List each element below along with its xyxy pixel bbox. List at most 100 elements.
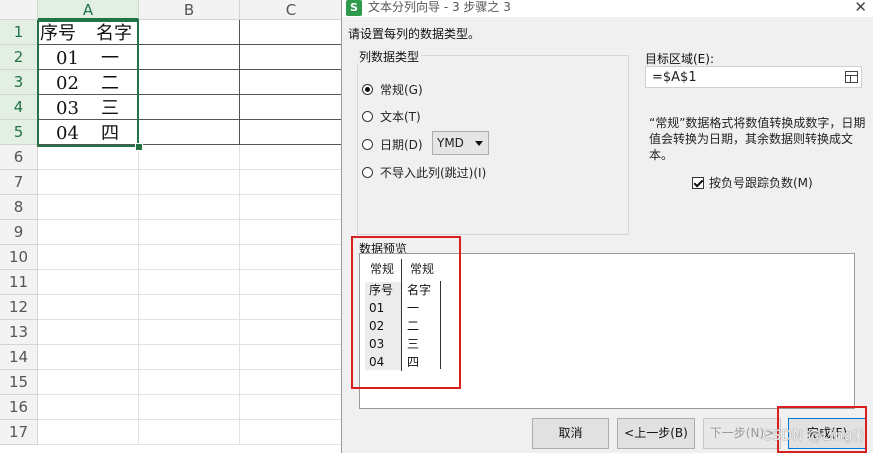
grid-cell[interactable] — [240, 170, 343, 195]
dialog-titlebar[interactable]: S 文本分列向导 - 3 步骤之 3 ✕ — [342, 0, 873, 17]
back-button[interactable]: <上一步(B) — [617, 418, 695, 449]
grid-cell[interactable] — [240, 320, 343, 345]
grid-cell[interactable] — [139, 170, 240, 195]
row-header[interactable]: 15 — [0, 370, 38, 395]
row-header[interactable]: 16 — [0, 395, 38, 420]
radio-text[interactable]: 文本(T) — [362, 108, 421, 124]
grid-cell[interactable] — [240, 270, 343, 295]
grid-cell[interactable] — [139, 245, 240, 270]
grid-cell[interactable] — [38, 370, 139, 395]
radio-date[interactable]: 日期(D) — [362, 136, 423, 152]
grid-cell[interactable] — [139, 45, 240, 70]
grid-cell[interactable] — [38, 245, 139, 270]
grid-cell[interactable] — [38, 345, 139, 370]
grid-cell[interactable] — [38, 170, 139, 195]
spreadsheet-grid[interactable]: A B C 1 2 3 4 5 6 7 8 9 10 11 12 13 14 15 16 17 序号 名字 01… — [0, 0, 343, 453]
grid-cell[interactable] — [240, 70, 343, 95]
next-button[interactable]: 下一步(N)> — [703, 418, 781, 449]
grid-cell[interactable] — [240, 245, 343, 270]
grid-cell[interactable] — [139, 70, 240, 95]
radio-text-indicator[interactable] — [362, 110, 373, 122]
select-all-corner[interactable] — [0, 0, 38, 20]
grid-cell[interactable] — [139, 120, 240, 145]
grid-cell[interactable] — [139, 145, 240, 170]
fill-handle[interactable] — [135, 143, 143, 151]
grid-cell[interactable] — [139, 420, 240, 445]
target-range-input[interactable]: =$A$1 — [645, 66, 862, 88]
grid-cell[interactable] — [240, 370, 343, 395]
row-header[interactable]: 9 — [0, 220, 38, 245]
row-header[interactable]: 1 — [0, 20, 38, 45]
row-header[interactable]: 11 — [0, 270, 38, 295]
column-header-a[interactable]: A — [38, 0, 139, 20]
grid-cell[interactable] — [240, 395, 343, 420]
preview-cell: 02 — [369, 319, 385, 333]
grid-cell[interactable] — [38, 195, 139, 220]
grid-cell[interactable] — [139, 370, 240, 395]
grid-cell[interactable] — [240, 145, 343, 170]
chevron-down-icon[interactable] — [475, 141, 483, 146]
grid-cell[interactable] — [38, 95, 139, 120]
grid-cell[interactable] — [139, 320, 240, 345]
preview-header-2[interactable]: 常规 — [403, 261, 441, 283]
radio-date-indicator[interactable] — [362, 138, 373, 150]
grid-cell[interactable] — [240, 420, 343, 445]
radio-general[interactable]: 常规(G) — [362, 81, 423, 97]
grid-cell[interactable] — [240, 95, 343, 120]
finish-button[interactable]: 完成(F) — [788, 418, 866, 449]
preview-cell: 01 — [369, 301, 385, 315]
row-header[interactable]: 12 — [0, 295, 38, 320]
radio-text-label: 文本(T) — [380, 109, 421, 124]
row-header[interactable]: 2 — [0, 45, 38, 70]
grid-cell[interactable] — [139, 195, 240, 220]
row-header[interactable]: 6 — [0, 145, 38, 170]
grid-cell[interactable] — [240, 120, 343, 145]
grid-cell[interactable] — [139, 20, 240, 45]
grid-cell[interactable] — [38, 70, 139, 95]
grid-cell[interactable] — [38, 120, 139, 145]
grid-cell[interactable] — [38, 145, 139, 170]
cancel-button[interactable]: 取消 — [532, 418, 609, 449]
grid-cell[interactable] — [38, 220, 139, 245]
row-header[interactable]: 10 — [0, 245, 38, 270]
row-header[interactable]: 3 — [0, 70, 38, 95]
radio-skip[interactable]: 不导入此列(跳过)(I) — [362, 164, 486, 180]
row-header[interactable]: 17 — [0, 420, 38, 445]
range-picker-icon[interactable] — [845, 71, 858, 83]
grid-cell[interactable] — [240, 220, 343, 245]
date-format-select[interactable]: YMD — [432, 131, 489, 155]
grid-cell[interactable] — [139, 95, 240, 120]
grid-cell[interactable] — [139, 270, 240, 295]
grid-cell[interactable] — [240, 345, 343, 370]
grid-cell[interactable] — [38, 320, 139, 345]
target-range-label: 目标区域(E): — [645, 52, 714, 66]
radio-skip-indicator[interactable] — [362, 166, 373, 178]
row-header[interactable]: 7 — [0, 170, 38, 195]
grid-cell[interactable] — [139, 345, 240, 370]
grid-cell[interactable] — [139, 220, 240, 245]
column-header-c[interactable]: C — [240, 0, 343, 20]
radio-general-indicator[interactable] — [362, 83, 373, 95]
preview-header-1[interactable]: 常规 — [363, 261, 401, 283]
row-header[interactable]: 14 — [0, 345, 38, 370]
close-icon[interactable]: ✕ — [854, 0, 867, 15]
column-header-b[interactable]: B — [139, 0, 240, 20]
grid-cell[interactable] — [38, 395, 139, 420]
grid-cell[interactable] — [240, 45, 343, 70]
grid-cell[interactable] — [38, 420, 139, 445]
row-header[interactable]: 8 — [0, 195, 38, 220]
grid-cell[interactable] — [139, 395, 240, 420]
grid-cell[interactable] — [38, 270, 139, 295]
grid-cell[interactable] — [38, 295, 139, 320]
grid-cell[interactable] — [240, 20, 343, 45]
row-header[interactable]: 4 — [0, 95, 38, 120]
grid-cell[interactable] — [240, 295, 343, 320]
negative-sign-option[interactable]: 按负号跟踪负数(M) — [692, 174, 813, 191]
grid-cell[interactable] — [240, 195, 343, 220]
row-header[interactable]: 13 — [0, 320, 38, 345]
row-header[interactable]: 5 — [0, 120, 38, 145]
grid-cell[interactable] — [139, 295, 240, 320]
grid-cell[interactable] — [38, 45, 139, 70]
negative-sign-checkbox[interactable] — [692, 176, 704, 189]
data-preview-box[interactable]: 常规 常规 序号 名字 01 一 02 二 03 三 04 四 — [359, 253, 855, 409]
